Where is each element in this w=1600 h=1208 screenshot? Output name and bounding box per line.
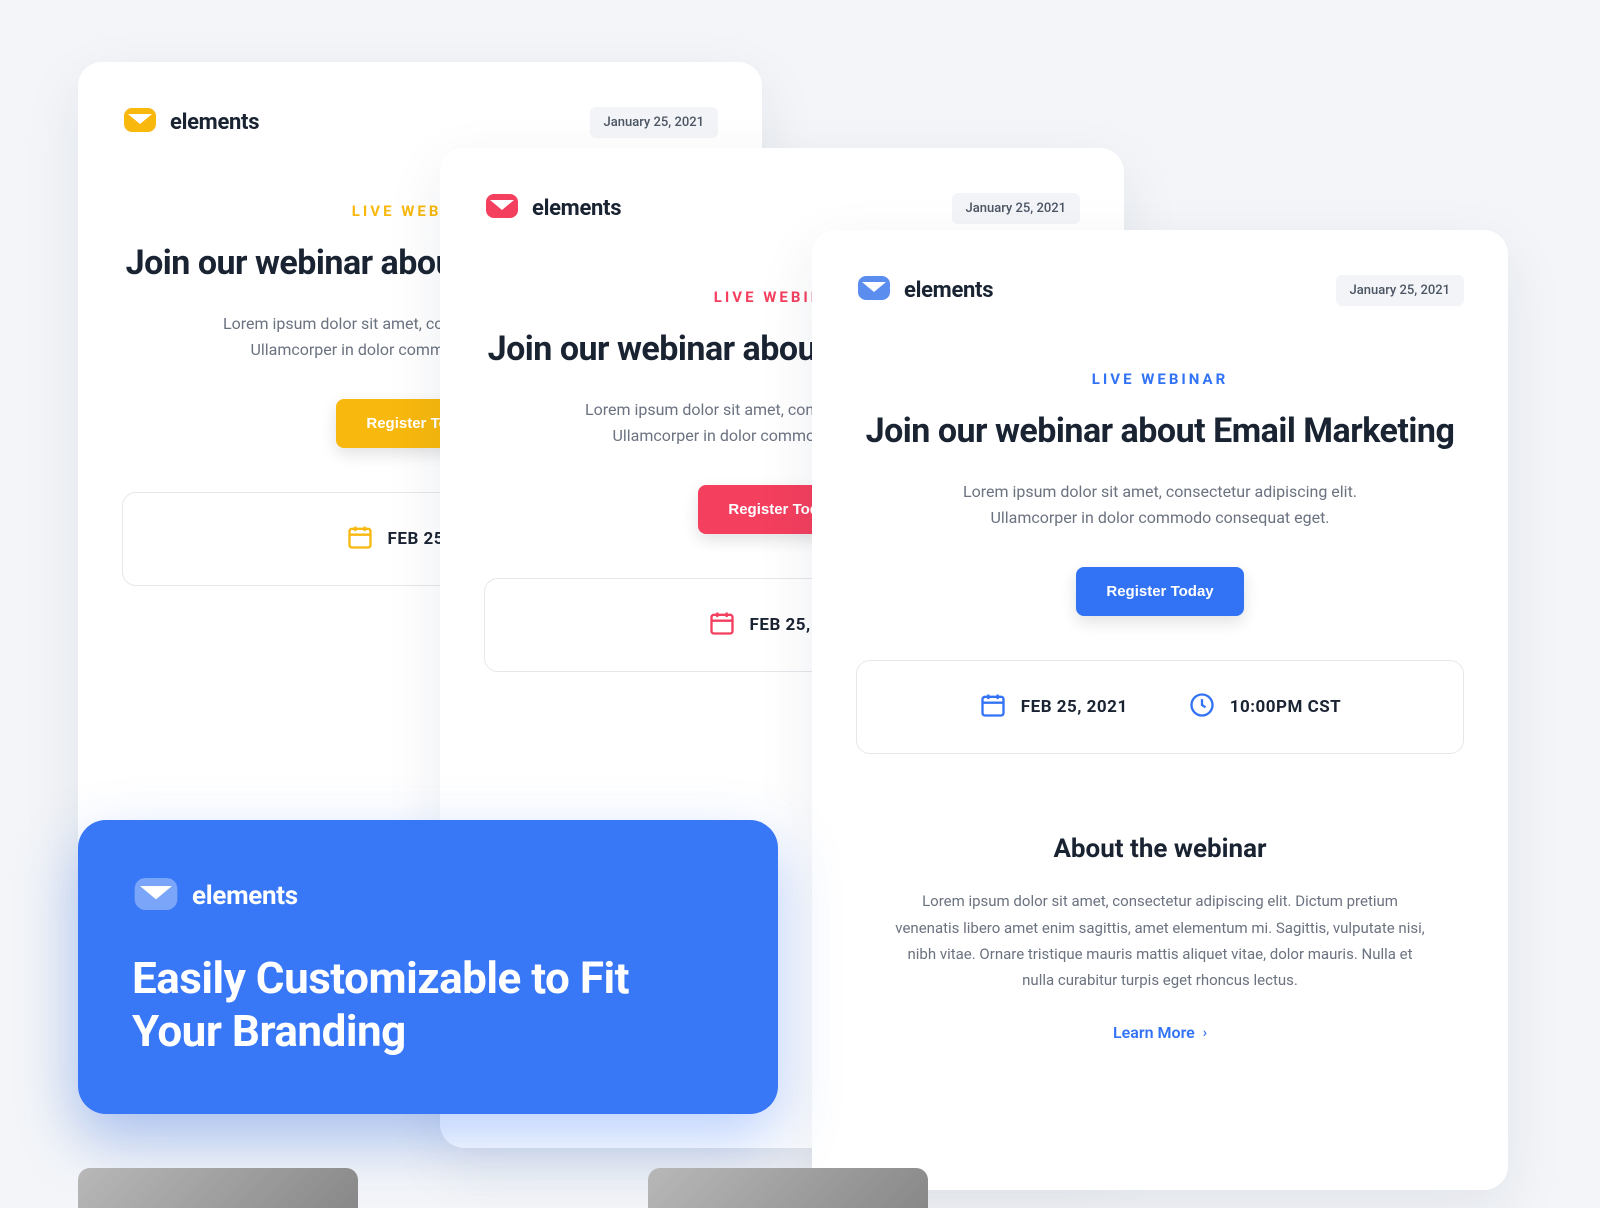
- envelope-icon: [484, 188, 520, 228]
- about-body: Lorem ipsum dolor sit amet, consectetur …: [890, 888, 1430, 993]
- calendar-icon: [346, 523, 374, 555]
- calendar-icon: [708, 609, 736, 641]
- photo-thumbnail: [648, 1168, 928, 1208]
- photo-strip: [78, 1168, 928, 1208]
- brand: elements: [122, 102, 259, 142]
- date-chip: January 25, 2021: [590, 107, 718, 138]
- photo-thumbnail: [78, 1168, 358, 1208]
- card-header: elements January 25, 2021: [484, 188, 1080, 228]
- promo-overlay: elements Easily Customizable to Fit Your…: [78, 820, 778, 1114]
- learn-more-link[interactable]: Learn More ›: [856, 1023, 1464, 1042]
- brand: elements: [856, 270, 993, 310]
- schedule-date: FEB 25, 2021: [979, 691, 1128, 723]
- promo-brand-name: elements: [192, 881, 298, 911]
- template-card-blue: elements January 25, 2021 LIVE WEBINAR J…: [812, 230, 1508, 1190]
- learn-more-label: Learn More: [1113, 1023, 1195, 1042]
- envelope-icon: [856, 270, 892, 310]
- card-header: elements January 25, 2021: [122, 102, 718, 142]
- brand-name: elements: [904, 278, 993, 303]
- register-button[interactable]: Register Today: [1076, 567, 1243, 616]
- about-title: About the webinar: [856, 834, 1464, 864]
- card-header: elements January 25, 2021: [856, 270, 1464, 310]
- chevron-right-icon: ›: [1203, 1025, 1207, 1041]
- schedule-time: 10:00PM CST: [1188, 691, 1342, 723]
- headline: Join our webinar about Email Marketing: [856, 410, 1464, 453]
- date-chip: January 25, 2021: [952, 193, 1080, 224]
- clock-icon: [1188, 691, 1216, 723]
- envelope-icon: [132, 870, 180, 922]
- schedule-time-label: 10:00PM CST: [1230, 697, 1342, 717]
- schedule-date-label: FEB 25, 2021: [1021, 697, 1128, 717]
- promo-brand: elements: [132, 870, 724, 922]
- calendar-icon: [979, 691, 1007, 723]
- promo-headline: Easily Customizable to Fit Your Branding: [132, 952, 724, 1058]
- brand: elements: [484, 188, 621, 228]
- eyebrow: LIVE WEBINAR: [856, 370, 1464, 388]
- brand-name: elements: [532, 196, 621, 221]
- date-chip: January 25, 2021: [1336, 275, 1464, 306]
- brand-name: elements: [170, 110, 259, 135]
- schedule-box: FEB 25, 2021 10:00PM CST: [856, 660, 1464, 754]
- envelope-icon: [122, 102, 158, 142]
- body-text: Lorem ipsum dolor sit amet, consectetur …: [920, 479, 1400, 532]
